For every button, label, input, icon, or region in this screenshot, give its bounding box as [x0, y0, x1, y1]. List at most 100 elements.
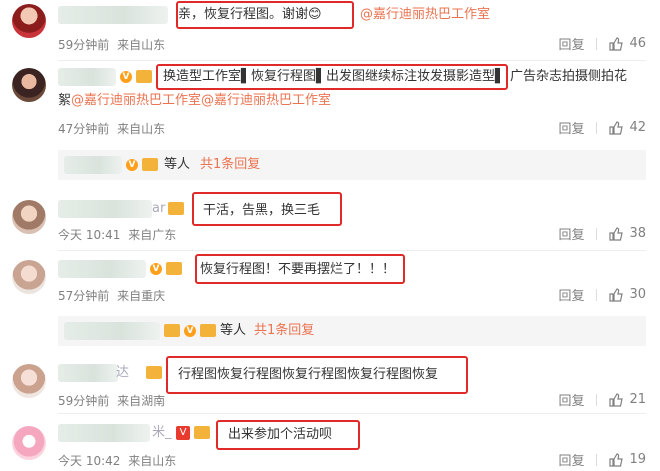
highlight-box	[166, 356, 468, 394]
time: 57分钟前	[58, 289, 110, 303]
verified-badge-icon: V	[126, 159, 138, 171]
divider	[596, 37, 598, 50]
comment-3: ar 干活，告黑，换三毛 今天 10:41 来自广东 回复 38	[0, 190, 660, 250]
like-button[interactable]: 19	[609, 452, 646, 467]
avatar[interactable]	[12, 4, 46, 38]
comment-meta: 今天 10:41 来自广东	[58, 226, 176, 243]
avatar[interactable]	[12, 260, 46, 294]
time: 59分钟前	[58, 394, 110, 408]
username[interactable]	[58, 6, 168, 24]
sub-reply-summary[interactable]: V 等人 共1条回复	[58, 150, 646, 180]
highlight-box	[176, 1, 354, 29]
thumb-up-icon	[609, 287, 624, 302]
comment-line2: 絮@嘉行迪丽热巴工作室@嘉行迪丽热巴工作室	[58, 92, 331, 110]
comment-meta: 今天 10:42 来自山东	[58, 452, 176, 469]
comment-body: 絮	[58, 93, 72, 108]
comment-2: V 换造型工作室▌恢复行程图▌出发图继续标注妆发摄影造型▌ 广告杂志拍摄侧拍花 …	[0, 62, 660, 180]
username[interactable]	[58, 424, 150, 442]
comment-meta: 57分钟前 来自重庆	[58, 287, 165, 304]
sub-reply-more: 等人	[220, 323, 247, 338]
location: 来自重庆	[117, 289, 166, 303]
username[interactable]	[58, 68, 116, 86]
divider	[596, 121, 598, 134]
thumb-up-icon	[609, 120, 624, 135]
comment-5: 达 行程图恢复行程图恢复行程图恢复行程图恢复 59分钟前 来自湖南 回复 21	[0, 356, 660, 412]
thumb-up-icon	[609, 452, 624, 467]
location: 来自湖南	[117, 394, 166, 408]
sub-reply-summary[interactable]: V 等人 共1条回复	[58, 316, 646, 346]
reply-button[interactable]: 回复	[558, 390, 584, 409]
username-tail[interactable]: 达	[116, 364, 129, 382]
like-count: 21	[629, 392, 646, 407]
username-tail[interactable]: ar	[152, 200, 165, 218]
comment-actions: 回复 21	[558, 390, 646, 409]
username[interactable]	[58, 260, 146, 278]
verified-badge-icon: V	[184, 325, 196, 337]
divider	[596, 453, 598, 466]
verified-badge-icon: V	[150, 263, 162, 275]
reply-button[interactable]: 回复	[558, 450, 584, 469]
mention-link[interactable]: @嘉行迪丽热巴工作室@嘉行迪丽热巴工作室	[71, 93, 331, 108]
comment-1: 亲，恢复行程图。谢谢😊 @嘉行迪丽热巴工作室 59分钟前 来自山东 回复 46	[0, 0, 660, 60]
location: 来自广东	[128, 228, 177, 242]
highlight-box	[156, 64, 508, 90]
username[interactable]	[64, 156, 122, 174]
like-count: 46	[629, 36, 646, 51]
crown-icon	[164, 324, 180, 337]
avatar[interactable]	[12, 426, 46, 460]
comment-meta: 59分钟前 来自山东	[58, 36, 165, 53]
view-replies-link[interactable]: 共1条回复	[254, 322, 314, 340]
reply-button[interactable]: 回复	[558, 34, 584, 53]
crown-icon	[166, 262, 182, 275]
time: 59分钟前	[58, 38, 110, 52]
like-button[interactable]: 46	[609, 36, 646, 51]
comment-text-tail: 广告杂志拍摄侧拍花	[510, 69, 628, 84]
avatar[interactable]	[12, 68, 46, 102]
avatar[interactable]	[12, 364, 46, 398]
time: 今天 10:41	[58, 228, 121, 242]
like-button[interactable]: 42	[609, 120, 646, 135]
verified-badge-icon: V	[120, 71, 132, 83]
divider	[58, 60, 646, 61]
like-count: 42	[629, 120, 646, 135]
divider	[58, 250, 646, 251]
vip-badge-icon: V	[176, 426, 190, 440]
time: 47分钟前	[58, 122, 110, 136]
comment-6: 米_ V 出来参加个活动呗 今天 10:42 来自山东 回复 19	[0, 416, 660, 471]
crown-icon	[168, 202, 184, 215]
like-button[interactable]: 38	[609, 226, 646, 241]
comment-actions: 回复 38	[558, 224, 646, 243]
username-tail[interactable]: 米_	[152, 424, 172, 442]
highlight-box	[192, 192, 342, 226]
like-count: 38	[629, 226, 646, 241]
divider	[596, 288, 598, 301]
username[interactable]	[58, 200, 152, 218]
comment-meta: 47分钟前 来自山东	[58, 120, 165, 137]
divider	[596, 393, 598, 406]
view-replies-link[interactable]: 共1条回复	[200, 156, 260, 174]
like-button[interactable]: 21	[609, 392, 646, 407]
like-count: 19	[629, 452, 646, 467]
location: 来自山东	[117, 122, 166, 136]
reply-button[interactable]: 回复	[558, 224, 584, 243]
username[interactable]	[58, 364, 118, 382]
comment-actions: 回复 19	[558, 450, 646, 469]
crown-icon	[142, 158, 158, 171]
like-button[interactable]: 30	[609, 287, 646, 302]
reply-button[interactable]: 回复	[558, 118, 584, 137]
reply-button[interactable]: 回复	[558, 285, 584, 304]
highlight-box	[216, 420, 360, 450]
thumb-up-icon	[609, 36, 624, 51]
highlight-box	[195, 254, 405, 284]
crown-icon	[136, 70, 152, 83]
comment-meta: 59分钟前 来自湖南	[58, 392, 165, 409]
comment-actions: 回复 42	[558, 118, 646, 137]
crown-icon	[146, 366, 162, 379]
comment-actions: 回复 46	[558, 34, 646, 53]
avatar[interactable]	[12, 200, 46, 234]
username[interactable]	[64, 322, 160, 340]
location: 来自山东	[117, 38, 166, 52]
mention-link[interactable]: @嘉行迪丽热巴工作室	[360, 6, 490, 24]
divider	[596, 227, 598, 240]
sub-reply-more: 等人	[164, 157, 191, 172]
